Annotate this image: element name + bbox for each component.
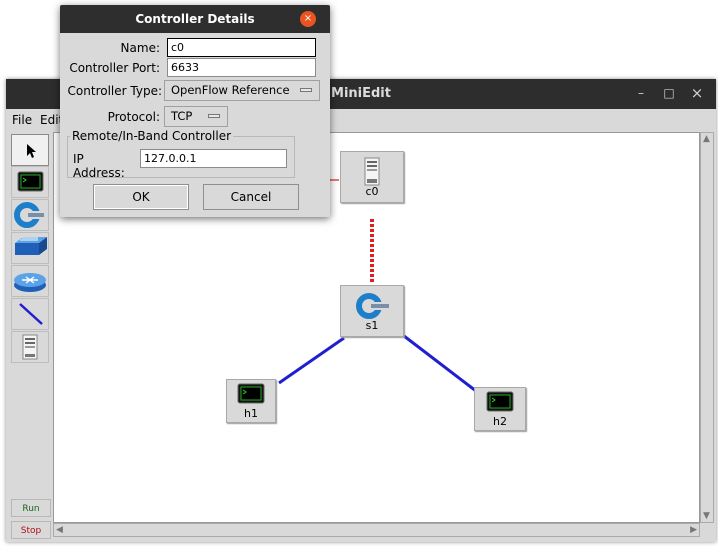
- legacy-router-tool-button[interactable]: [11, 265, 49, 297]
- controller-tool-button[interactable]: [11, 331, 49, 363]
- protocol-select[interactable]: TCP: [164, 106, 228, 127]
- vertical-scrollbar[interactable]: ▲ ▼: [700, 132, 714, 523]
- node-label: s1: [365, 319, 379, 332]
- node-h2[interactable]: h2: [474, 387, 526, 431]
- switch-icon: [14, 202, 44, 228]
- scroll-left-icon[interactable]: ◀: [56, 525, 63, 535]
- node-label: c0: [365, 185, 379, 198]
- controller-icon: [364, 157, 380, 186]
- dialog-title: Controller Details: [135, 12, 255, 26]
- stop-button[interactable]: Stop: [11, 521, 51, 539]
- select-tool-button[interactable]: [11, 134, 49, 166]
- run-button[interactable]: Run: [11, 499, 51, 517]
- node-label: h1: [244, 407, 258, 420]
- scroll-right-icon[interactable]: ▶: [690, 525, 697, 535]
- ip-address-input[interactable]: 127.0.0.1: [140, 149, 287, 168]
- horizontal-scrollbar[interactable]: ◀ ▶: [53, 523, 700, 537]
- dropdown-indicator-icon: [300, 88, 312, 92]
- toolbar: Run Stop: [9, 132, 53, 540]
- close-icon[interactable]: ×: [688, 84, 706, 102]
- node-label: h2: [493, 415, 507, 428]
- controller-icon: [22, 334, 38, 360]
- group-title: Remote/In-Band Controller: [70, 129, 234, 143]
- host-tool-button[interactable]: [11, 166, 49, 198]
- close-icon[interactable]: ×: [300, 11, 316, 27]
- dialog-titlebar[interactable]: Controller Details ×: [60, 5, 330, 33]
- ip-address-label: IP Address:: [73, 152, 125, 180]
- controller-type-label: Controller Type:: [67, 84, 162, 98]
- controller-type-select[interactable]: OpenFlow Reference: [164, 80, 320, 101]
- link-s1-h1[interactable]: [278, 336, 345, 385]
- link-icon: [19, 303, 43, 325]
- link-s1-h2[interactable]: [403, 334, 477, 393]
- maximize-icon[interactable]: □: [660, 84, 678, 102]
- legacy-switch-icon: [15, 237, 47, 255]
- name-label: Name:: [120, 41, 160, 55]
- host-icon: [17, 171, 44, 192]
- dropdown-indicator-icon: [208, 114, 220, 118]
- router-icon: [14, 273, 46, 292]
- cancel-button[interactable]: Cancel: [203, 184, 299, 210]
- protocol-value: TCP: [171, 109, 193, 123]
- link-tool-button[interactable]: [11, 298, 49, 330]
- node-s1[interactable]: s1: [340, 285, 404, 337]
- port-input[interactable]: 6633: [167, 58, 316, 77]
- switch-tool-button[interactable]: [11, 199, 49, 231]
- scroll-down-icon[interactable]: ▼: [703, 511, 710, 521]
- minimize-icon[interactable]: –: [632, 84, 650, 102]
- port-label: Controller Port:: [69, 61, 160, 75]
- controller-details-dialog: Controller Details × Name: c0 Controller…: [60, 5, 330, 217]
- ok-button[interactable]: OK: [93, 184, 189, 210]
- node-h1[interactable]: h1: [226, 379, 276, 423]
- controller-type-value: OpenFlow Reference: [171, 83, 290, 97]
- legacy-switch-tool-button[interactable]: [11, 232, 49, 264]
- node-c0[interactable]: c0: [340, 151, 404, 203]
- switch-icon: [356, 293, 389, 319]
- host-icon: [486, 391, 514, 412]
- host-icon: [237, 383, 265, 404]
- pointer-icon: [27, 144, 36, 158]
- name-input[interactable]: c0: [167, 38, 316, 57]
- menu-file[interactable]: File: [12, 113, 32, 127]
- protocol-label: Protocol:: [107, 110, 160, 124]
- scroll-up-icon[interactable]: ▲: [703, 134, 710, 144]
